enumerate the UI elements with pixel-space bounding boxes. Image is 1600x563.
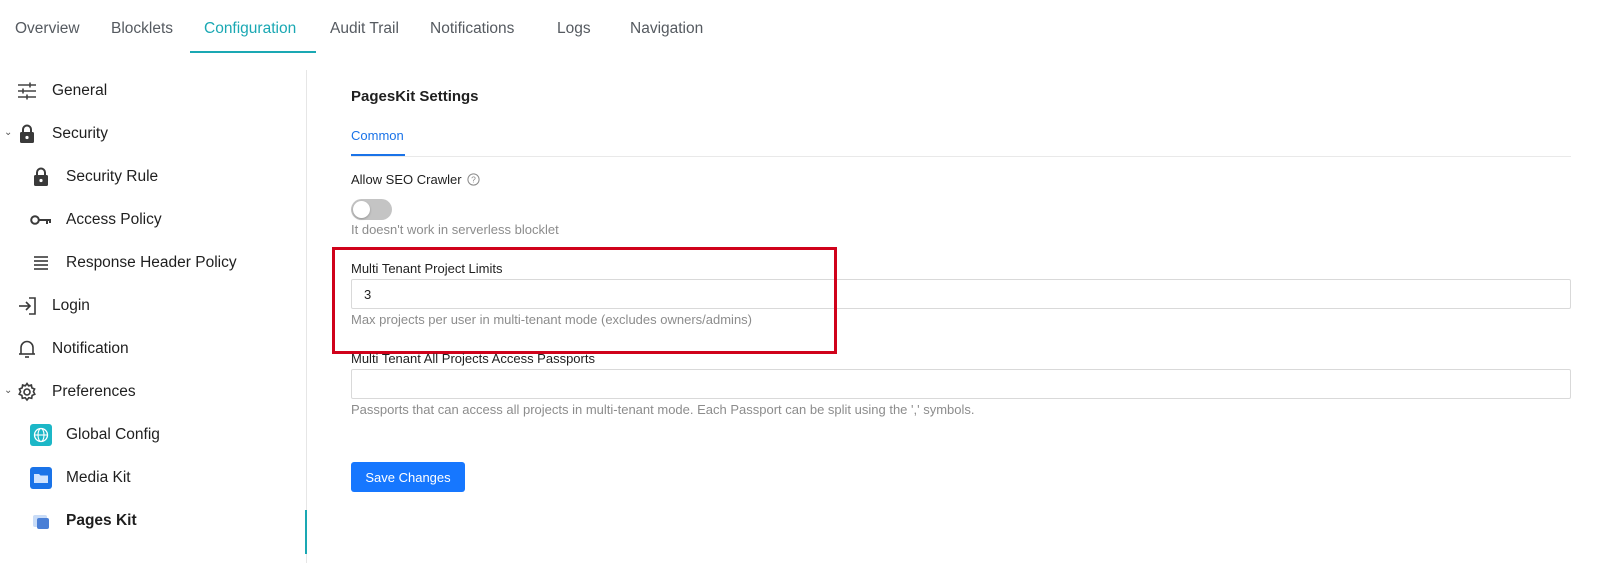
sidebar-item-label: Login — [52, 297, 90, 314]
sidebar-item-preferences[interactable]: Preferences — [16, 372, 136, 412]
sidebar-item-general[interactable]: General — [16, 71, 107, 111]
svg-text:?: ? — [471, 175, 476, 185]
media-kit-app-icon — [30, 467, 52, 489]
active-tab-indicator — [190, 51, 316, 53]
sidebar-item-label: Security Rule — [66, 168, 159, 185]
save-changes-button[interactable]: Save Changes — [351, 462, 465, 492]
sidebar-item-label: Security — [52, 125, 108, 142]
lock-icon — [16, 123, 38, 145]
login-icon — [16, 295, 38, 317]
sidebar-item-label: Access Policy — [66, 211, 162, 228]
passports-input[interactable] — [351, 369, 1571, 399]
tab-notifications[interactable]: Notifications — [430, 20, 514, 38]
sidebar-item-label: Global Config — [66, 426, 160, 443]
passports-label: Multi Tenant All Projects Access Passpor… — [351, 351, 595, 366]
seo-crawler-label: Allow SEO Crawler — [351, 172, 462, 187]
toggle-knob — [353, 201, 370, 218]
top-tab-bar: Overview Blocklets Configuration Audit T… — [0, 0, 1600, 53]
key-icon — [30, 209, 52, 231]
sidebar-item-security[interactable]: Security — [16, 114, 108, 154]
global-config-app-icon — [30, 424, 52, 446]
pages-kit-app-icon — [30, 510, 52, 532]
question-circle-icon[interactable]: ? — [465, 172, 480, 187]
list-icon — [30, 252, 52, 274]
sidebar-item-pages-kit[interactable]: Pages Kit — [30, 501, 137, 541]
sidebar-item-label: Media Kit — [66, 469, 131, 486]
highlight-annotation-box — [332, 247, 837, 354]
sidebar-item-media-kit[interactable]: Media Kit — [30, 458, 131, 498]
chevron-down-icon[interactable]: ⌄ — [4, 385, 12, 396]
sidebar-item-access-policy[interactable]: Access Policy — [30, 200, 162, 240]
sidebar-item-login[interactable]: Login — [16, 286, 90, 326]
seo-crawler-toggle[interactable] — [351, 199, 392, 220]
tab-audit-trail[interactable]: Audit Trail — [330, 20, 399, 38]
tab-blocklets[interactable]: Blocklets — [111, 20, 173, 38]
sidebar-item-response-header-policy[interactable]: Response Header Policy — [30, 243, 237, 283]
sliders-icon — [16, 80, 38, 102]
sidebar-item-global-config[interactable]: Global Config — [30, 415, 160, 455]
tab-overview[interactable]: Overview — [15, 20, 80, 38]
sidebar-item-notification[interactable]: Notification — [16, 329, 129, 369]
page-title: PagesKit Settings — [351, 88, 479, 105]
seo-crawler-hint: It doesn't work in serverless blocklet — [351, 222, 559, 237]
gear-icon — [16, 381, 38, 403]
bell-icon — [16, 338, 38, 360]
sidebar-item-label: Response Header Policy — [66, 254, 237, 271]
sidebar-item-security-rule[interactable]: Security Rule — [30, 157, 158, 197]
tab-navigation[interactable]: Navigation — [630, 20, 703, 38]
tab-configuration[interactable]: Configuration — [204, 20, 296, 38]
subtab-divider — [351, 156, 1571, 157]
sidebar-item-label: Preferences — [52, 383, 136, 400]
chevron-down-icon[interactable]: ⌄ — [4, 127, 12, 138]
lock-icon — [30, 166, 52, 188]
passports-hint: Passports that can access all projects i… — [351, 402, 975, 417]
tab-common[interactable]: Common — [351, 128, 404, 143]
sidebar-item-label: Pages Kit — [66, 512, 137, 529]
sidebar-item-label: Notification — [52, 340, 129, 357]
seo-crawler-label-row: Allow SEO Crawler ? — [351, 172, 480, 187]
tab-logs[interactable]: Logs — [557, 20, 591, 38]
settings-sidebar: General ⌄ Security Security Rule Access … — [0, 70, 307, 563]
sidebar-item-label: General — [52, 82, 108, 99]
sidebar-active-indicator — [305, 510, 307, 554]
